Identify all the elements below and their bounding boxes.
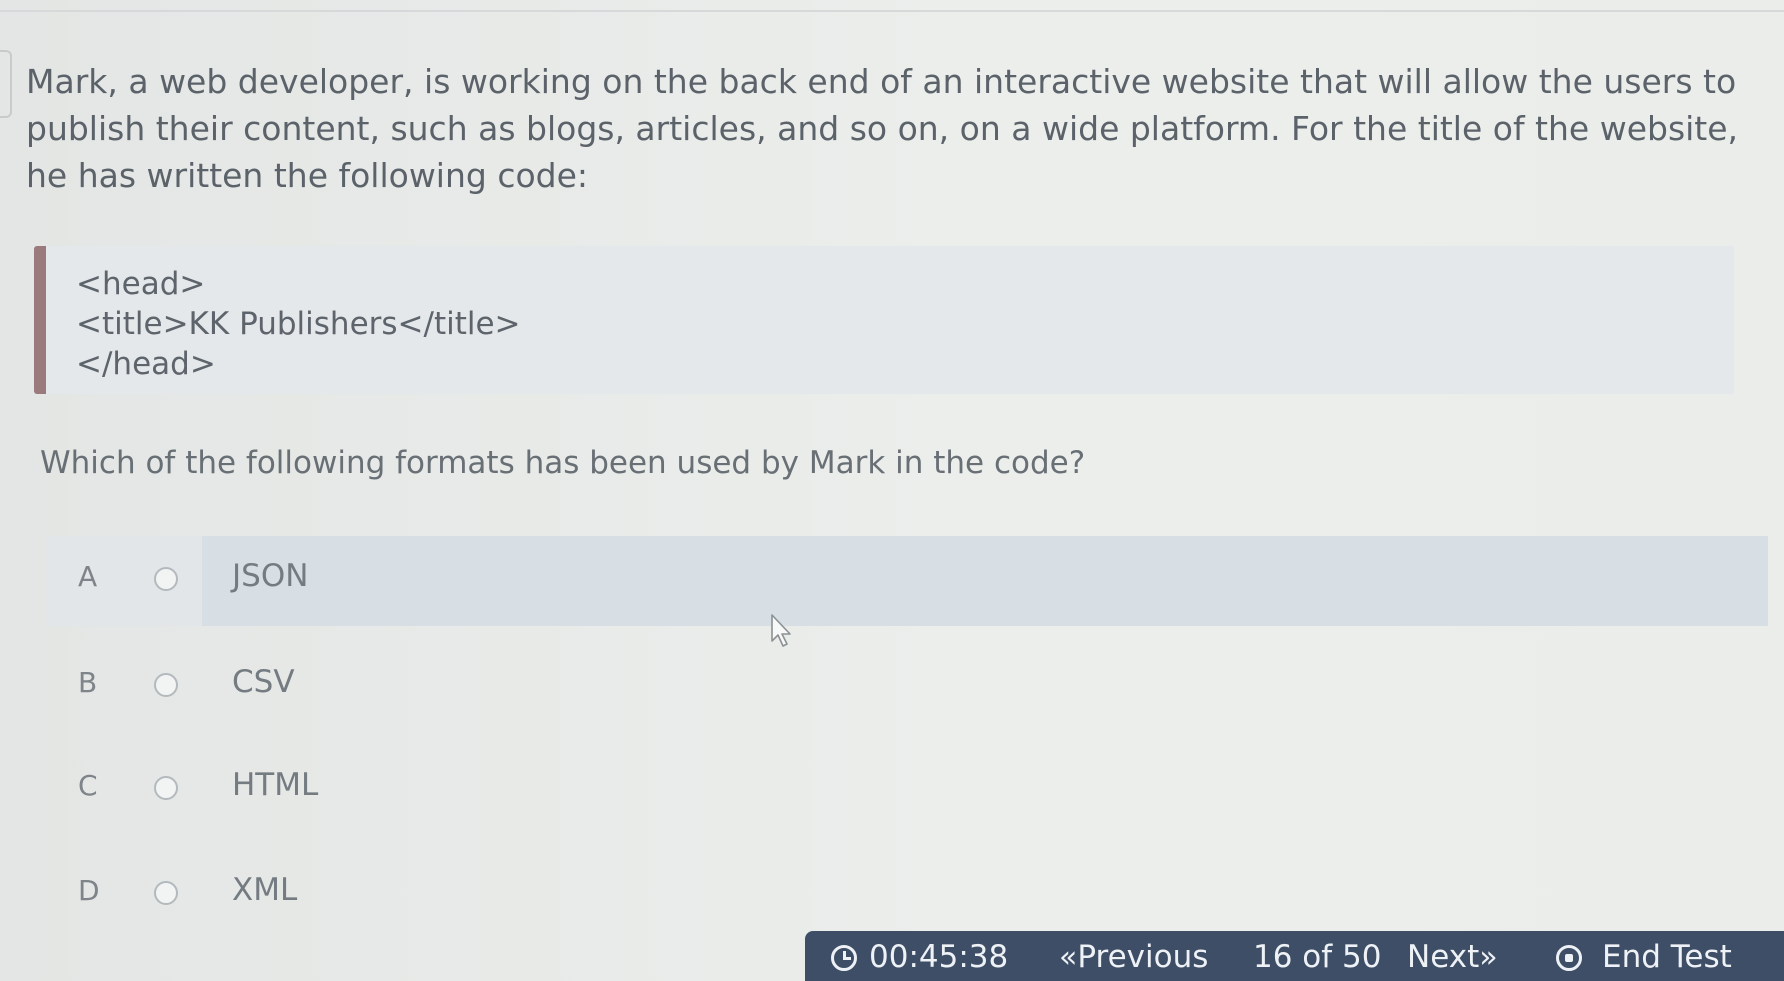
- end-test-button[interactable]: End Test: [1602, 939, 1732, 975]
- stop-icon[interactable]: [1556, 945, 1582, 971]
- option-letter: D: [78, 874, 100, 907]
- previous-label: Previous: [1077, 939, 1209, 975]
- option-letter: A: [78, 560, 98, 593]
- code-line: <head>: [76, 266, 206, 302]
- radio-button[interactable]: [154, 881, 178, 905]
- navigation-bar: 00:45:38 «Previous 16 of 50 Next» End Te…: [805, 931, 1784, 981]
- code-line: <title>KK Publishers</title>: [76, 306, 521, 342]
- radio-button[interactable]: [154, 567, 178, 591]
- option-letter-cell: C: [46, 745, 202, 835]
- question-text: Mark, a web developer, is working on the…: [26, 62, 1739, 195]
- side-tab[interactable]: [0, 50, 12, 118]
- previous-button[interactable]: «Previous: [1059, 939, 1208, 975]
- radio-button[interactable]: [154, 776, 178, 800]
- question-counter: 16 of 50: [1253, 939, 1382, 975]
- double-chevron-right-icon: »: [1479, 940, 1498, 975]
- radio-button[interactable]: [154, 673, 178, 697]
- clock-icon: [831, 945, 857, 971]
- option-label: CSV: [232, 664, 295, 700]
- top-divider: [0, 10, 1784, 12]
- option-c[interactable]: C HTML: [46, 745, 1768, 835]
- next-button[interactable]: Next»: [1407, 939, 1498, 975]
- code-block: <head> <title>KK Publishers</title> </he…: [34, 246, 1734, 394]
- next-label: Next: [1407, 939, 1480, 975]
- option-letter: B: [78, 666, 98, 699]
- option-letter-cell: B: [46, 642, 202, 732]
- option-b[interactable]: B CSV: [46, 642, 1768, 732]
- option-letter: C: [78, 769, 98, 802]
- option-label: HTML: [232, 767, 319, 803]
- code-line: </head>: [76, 346, 216, 382]
- test-page: Mark, a web developer, is working on the…: [0, 0, 1784, 981]
- mouse-cursor-icon: [771, 614, 791, 647]
- option-letter-cell: D: [46, 850, 202, 940]
- option-label: JSON: [232, 558, 309, 594]
- option-label: XML: [232, 872, 298, 908]
- question-prompt: Which of the following formats has been …: [40, 445, 1086, 481]
- timer: 00:45:38: [869, 939, 1009, 975]
- option-d[interactable]: D XML: [46, 850, 1768, 940]
- double-chevron-left-icon: «: [1059, 940, 1078, 975]
- option-a[interactable]: A JSON: [46, 536, 1768, 626]
- option-letter-cell: A: [46, 536, 202, 626]
